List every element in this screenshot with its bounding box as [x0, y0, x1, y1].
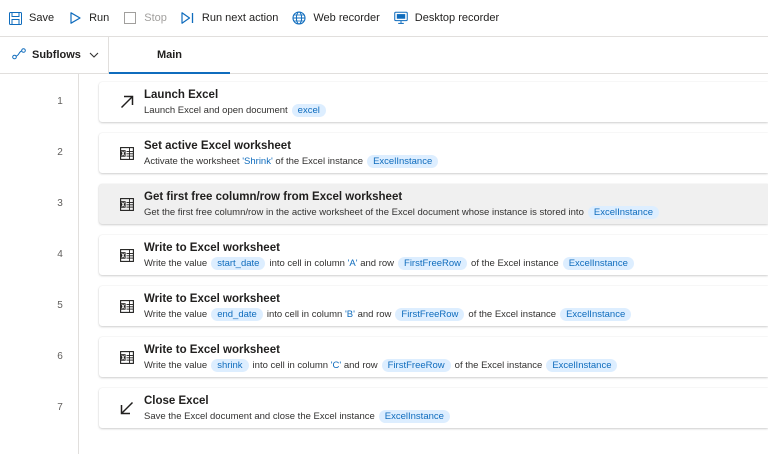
- action-description: Save the Excel document and close the Ex…: [144, 410, 454, 423]
- desc-text: Write the value: [144, 258, 208, 269]
- chevron-down-icon: [89, 49, 99, 61]
- action-title: Write to Excel worksheet: [144, 293, 280, 305]
- variable-chip[interactable]: ExcelInstance: [367, 155, 439, 168]
- desc-text: and row: [354, 309, 392, 320]
- desc-text: of the Excel instance: [272, 156, 364, 167]
- desc-quoted-value: 'B': [344, 309, 355, 320]
- desc-quoted-value: 'C': [330, 360, 342, 371]
- excel-worksheet-icon: [119, 298, 135, 314]
- stop-label: Stop: [144, 12, 167, 24]
- desc-text: into cell in column: [252, 360, 331, 371]
- action-description: Activate the worksheet 'Shrink' of the E…: [144, 155, 442, 168]
- tab-main[interactable]: Main: [109, 37, 230, 74]
- step-number: 5: [57, 300, 63, 311]
- stop-button[interactable]: Stop: [123, 6, 167, 30]
- desktop-recorder-label: Desktop recorder: [414, 12, 500, 24]
- excel-worksheet-icon: [119, 247, 135, 263]
- web-recorder-label: Web recorder: [313, 12, 380, 24]
- action-title: Close Excel: [144, 395, 209, 407]
- action-write-to-worksheet[interactable]: Write to Excel worksheet Write the value…: [99, 235, 768, 275]
- action-title: Set active Excel worksheet: [144, 140, 292, 152]
- play-icon: [68, 11, 82, 25]
- action-description: Write the value start_date into cell in …: [144, 257, 638, 270]
- toolbar: Save Run Stop Run next action Web record…: [0, 0, 768, 37]
- subflows-dropdown[interactable]: Subflows: [0, 37, 109, 73]
- variable-chip[interactable]: end_date: [211, 308, 263, 321]
- desc-text: Write the value: [144, 309, 208, 320]
- excel-worksheet-icon: [119, 145, 135, 161]
- run-next-action-button[interactable]: Run next action: [181, 6, 278, 30]
- action-description: Launch Excel and open document excel: [144, 104, 330, 117]
- step-number: 7: [57, 402, 63, 413]
- desc-text: of the Excel instance: [471, 258, 559, 269]
- action-write-to-worksheet[interactable]: Write to Excel worksheet Write the value…: [99, 286, 768, 326]
- desktop-recorder-button[interactable]: Desktop recorder: [394, 6, 499, 30]
- globe-icon: [292, 11, 306, 25]
- variable-chip[interactable]: ExcelInstance: [587, 206, 660, 219]
- variable-chip[interactable]: FirstFreeRow: [395, 308, 465, 321]
- variable-chip[interactable]: excel: [291, 104, 326, 117]
- tab-bar: Subflows Main: [0, 37, 768, 74]
- step-number: 1: [57, 96, 63, 107]
- variable-chip[interactable]: ExcelInstance: [562, 257, 634, 270]
- action-title: Launch Excel: [144, 89, 219, 101]
- action-title: Write to Excel worksheet: [144, 242, 280, 254]
- save-button[interactable]: Save: [8, 6, 54, 30]
- subflows-label: Subflows: [32, 49, 81, 61]
- variable-chip[interactable]: shrink: [211, 359, 249, 372]
- variable-chip[interactable]: ExcelInstance: [560, 308, 632, 321]
- web-recorder-button[interactable]: Web recorder: [292, 6, 380, 30]
- action-title: Get first free column/row from Excel wor…: [144, 191, 403, 203]
- action-close-excel[interactable]: Close Excel Save the Excel document and …: [99, 388, 768, 428]
- subflows-icon: [12, 47, 26, 63]
- variable-chip[interactable]: FirstFreeRow: [398, 257, 468, 270]
- variable-chip[interactable]: ExcelInstance: [378, 410, 450, 423]
- run-next-action-label: Run next action: [201, 12, 279, 24]
- desc-text: and row: [357, 258, 395, 269]
- excel-worksheet-icon: [119, 349, 135, 365]
- tab-main-label: Main: [156, 48, 183, 61]
- excel-worksheet-icon: [119, 196, 135, 212]
- desc-text: Write the value: [144, 360, 208, 371]
- action-description: Get the first free column/row in the act…: [144, 206, 663, 219]
- action-title: Write to Excel worksheet: [144, 344, 280, 356]
- launch-arrow-icon: [119, 94, 135, 110]
- stop-icon: [123, 11, 137, 25]
- action-description: Write the value shrink into cell in colu…: [144, 359, 621, 372]
- desc-text: Launch Excel and open document: [144, 105, 288, 116]
- run-button[interactable]: Run: [68, 6, 109, 30]
- action-write-to-worksheet[interactable]: Write to Excel worksheet Write the value…: [99, 337, 768, 377]
- desc-quoted-value: 'Shrink': [242, 156, 273, 167]
- desc-text: of the Excel instance: [454, 360, 543, 371]
- action-set-active-worksheet[interactable]: Set active Excel worksheet Activate the …: [99, 133, 768, 173]
- close-arrow-icon: [119, 400, 135, 416]
- line-number-gutter: [0, 74, 79, 454]
- variable-chip[interactable]: ExcelInstance: [546, 359, 618, 372]
- step-number: 3: [57, 198, 63, 209]
- desc-text: Activate the worksheet: [144, 156, 243, 167]
- save-label: Save: [29, 12, 55, 24]
- desc-text: into cell in column: [266, 309, 345, 320]
- variable-chip[interactable]: FirstFreeRow: [381, 359, 451, 372]
- action-get-first-free-column-row[interactable]: Get first free column/row from Excel wor…: [99, 184, 768, 224]
- desc-text: of the Excel instance: [468, 309, 557, 320]
- run-label: Run: [89, 12, 110, 24]
- desc-text: Save the Excel document and close the Ex…: [144, 411, 375, 422]
- desc-text: and row: [341, 360, 378, 371]
- desc-text: into cell in column: [269, 258, 348, 269]
- action-launch-excel[interactable]: Launch Excel Launch Excel and open docum…: [99, 82, 768, 122]
- variable-chip[interactable]: start_date: [211, 257, 266, 270]
- desc-quoted-value: 'A': [347, 258, 358, 269]
- desc-text: Get the first free column/row in the act…: [144, 207, 584, 218]
- step-number: 2: [57, 147, 63, 158]
- save-icon: [8, 11, 22, 25]
- step-number: 4: [57, 249, 63, 260]
- monitor-icon: [394, 11, 408, 25]
- action-description: Write the value end_date into cell in co…: [144, 308, 635, 321]
- step-forward-icon: [181, 11, 195, 25]
- step-number: 6: [57, 351, 63, 362]
